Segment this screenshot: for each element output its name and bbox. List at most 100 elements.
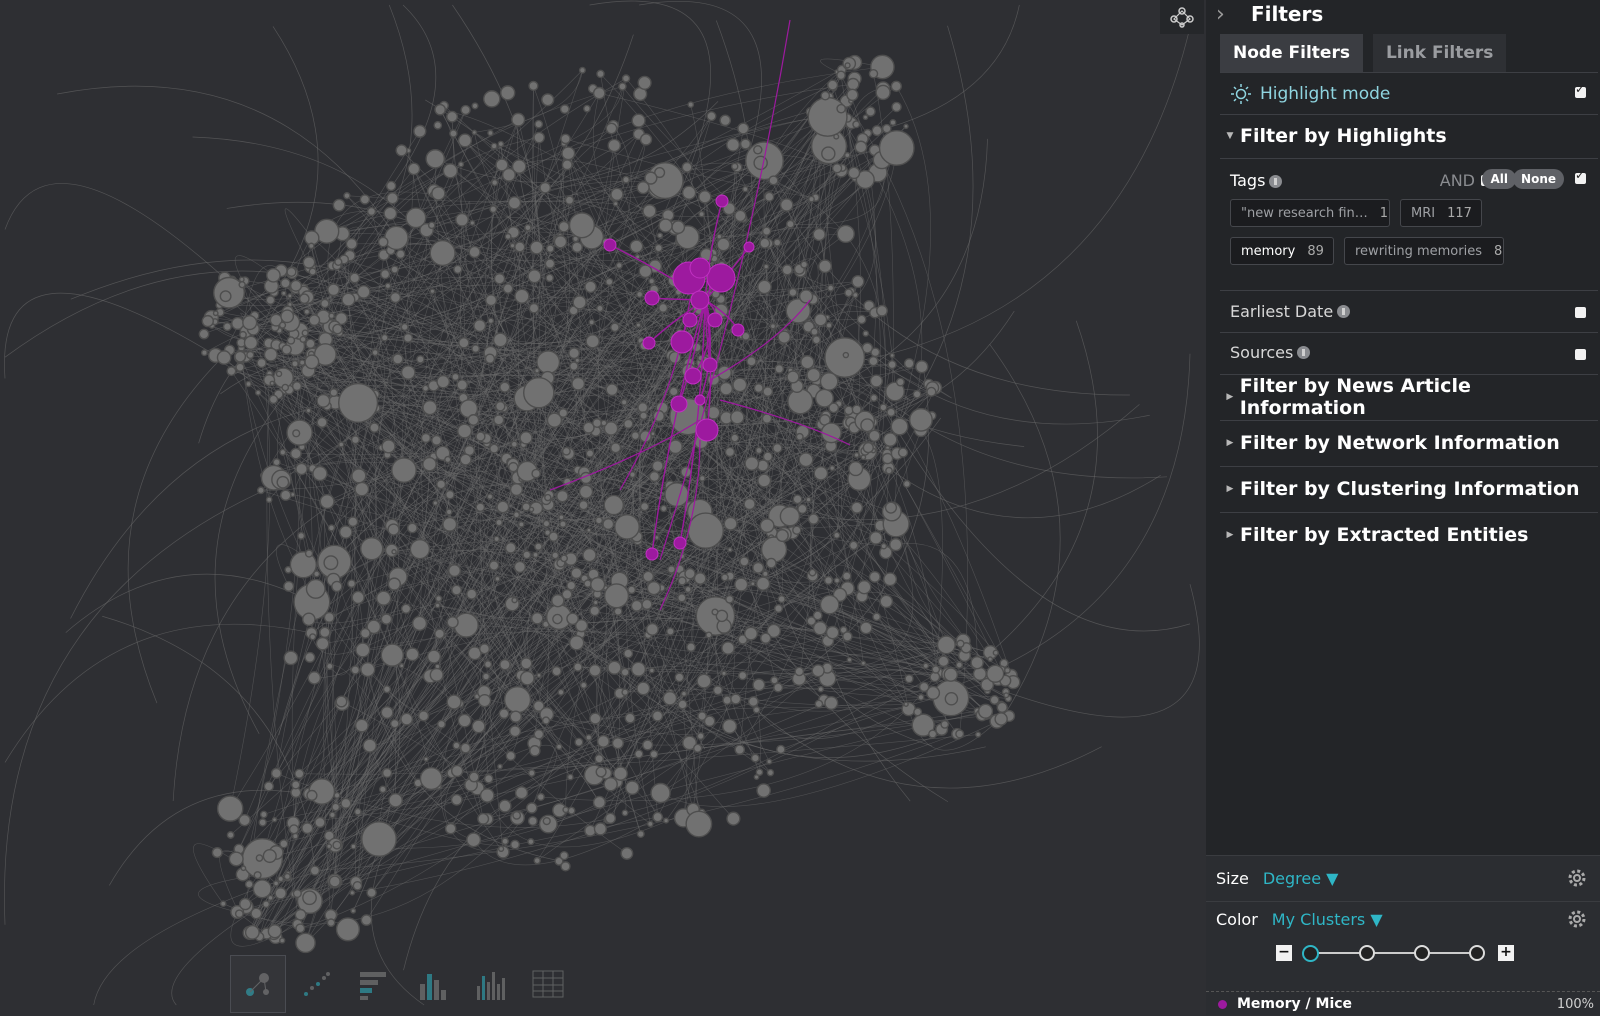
graph-node[interactable] [800,355,815,370]
graph-node[interactable] [471,344,480,353]
graph-node[interactable] [651,459,664,472]
graph-node[interactable] [536,792,545,801]
graph-node[interactable] [642,739,654,751]
graph-node[interactable] [284,565,293,574]
graph-node[interactable] [753,383,764,394]
graph-node[interactable] [890,417,909,436]
graph-node[interactable] [277,875,285,883]
graph-node[interactable] [234,909,244,919]
graph-node[interactable] [350,435,360,445]
graph-node[interactable] [456,379,469,391]
graph-node[interactable] [371,348,379,357]
graph-node[interactable] [560,861,571,872]
graph-node[interactable] [510,440,518,448]
graph-node[interactable] [603,494,625,516]
graph-node[interactable] [319,493,335,510]
graph-node[interactable] [291,381,302,392]
graph-node[interactable] [559,520,567,528]
graph-node[interactable] [755,576,771,591]
graph-node[interactable] [436,719,446,729]
slider-stop[interactable] [1359,945,1375,961]
graph-node[interactable] [807,96,848,137]
graph-node[interactable] [912,389,922,399]
graph-node[interactable] [308,267,317,276]
graph-node[interactable] [493,535,500,543]
graph-node[interactable] [483,660,493,669]
graph-node[interactable] [405,647,420,662]
graph-node[interactable] [721,641,735,655]
graph-node[interactable] [382,685,392,694]
graph-node[interactable] [566,612,579,626]
graph-node[interactable] [862,114,869,121]
graph-node[interactable] [309,633,317,641]
graph-node[interactable] [380,705,394,720]
graph-node[interactable] [536,350,561,375]
graph-node[interactable] [836,103,846,114]
info-icon[interactable] [1337,305,1351,318]
graph-node[interactable] [687,101,695,108]
graph-node[interactable] [452,741,461,750]
graph-node[interactable] [779,198,794,212]
graph-node[interactable] [289,279,303,292]
graph-node[interactable] [332,840,342,850]
graph-node[interactable] [541,716,551,725]
graph-node[interactable] [384,282,392,290]
graph-node[interactable] [743,497,756,511]
graph-node[interactable] [298,359,306,366]
graph-node[interactable] [750,580,756,587]
graph-node[interactable] [400,322,409,331]
sources-filter[interactable]: Sources [1220,332,1598,372]
graph-node[interactable] [922,662,930,670]
graph-node[interactable] [270,767,282,779]
graph-node[interactable] [623,648,634,659]
graph-node[interactable] [252,879,272,899]
graph-node[interactable] [636,681,651,696]
graph-node[interactable] [592,418,603,428]
graph-node[interactable] [667,565,676,574]
graph-node[interactable] [706,111,717,122]
graph-node[interactable] [592,795,606,809]
graph-node[interactable] [666,627,675,636]
graph-node[interactable] [512,511,521,519]
graph-node[interactable] [557,688,565,696]
graph-node[interactable] [255,854,264,862]
graph-node[interactable] [773,238,782,247]
graph-node[interactable] [770,676,779,685]
graph-node[interactable] [455,212,469,227]
graph-node[interactable] [940,720,950,729]
graph-node[interactable] [493,272,506,285]
graph-node[interactable] [360,661,376,678]
app-logo-icon[interactable] [1160,0,1204,34]
graph-node[interactable] [650,430,656,437]
graph-node[interactable] [654,534,660,541]
graph-node[interactable] [992,649,999,656]
graph-node[interactable] [897,447,909,458]
graph-node[interactable] [639,133,653,146]
graph-node[interactable] [447,564,462,578]
graph-node[interactable] [890,80,902,92]
graph-node[interactable] [766,758,773,765]
graph-node[interactable] [819,372,839,391]
graph-node[interactable] [381,439,396,454]
graph-node[interactable] [495,401,506,412]
graph-node[interactable] [533,131,545,144]
graph-node[interactable] [475,431,486,442]
graph-node[interactable] [955,729,965,739]
graph-node[interactable] [818,259,833,274]
graph-node[interactable] [620,667,630,677]
graph-node[interactable] [498,708,510,720]
graph-node[interactable] [242,315,258,331]
graph-node[interactable] [631,113,646,128]
graph-node[interactable] [810,327,819,336]
graph-node[interactable] [659,504,668,513]
graph-node[interactable] [721,670,727,677]
graph-node[interactable] [731,162,739,171]
graph-node[interactable] [843,405,854,416]
graph-node[interactable] [501,167,516,182]
highlighted-node[interactable] [695,418,719,442]
graph-node[interactable] [646,580,662,596]
graph-node[interactable] [511,596,518,604]
graph-node[interactable] [639,411,648,421]
graph-node[interactable] [407,162,421,176]
graph-node[interactable] [468,771,480,783]
